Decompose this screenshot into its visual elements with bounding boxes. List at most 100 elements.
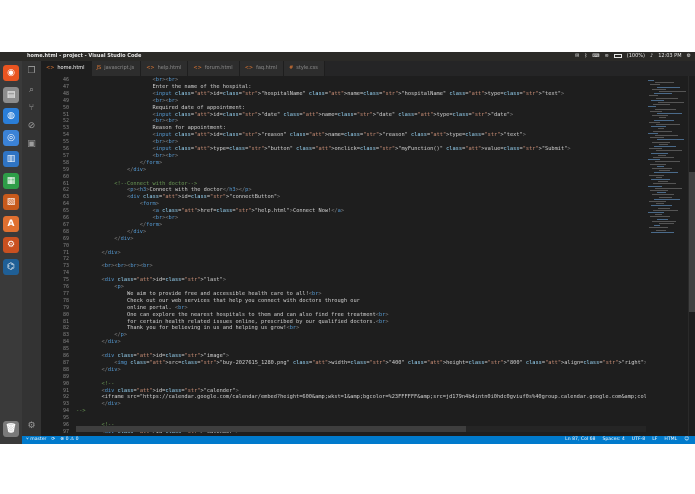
code-line[interactable]: <div class="att">id=class="str">"connect… — [76, 194, 280, 200]
minimap-line — [648, 212, 664, 213]
keyboard-icon[interactable]: ⌨ — [592, 52, 599, 61]
minimap-line — [649, 121, 660, 123]
code-line[interactable]: <p><h3>Connect with the doctor</h3></p> — [76, 187, 252, 193]
code-line[interactable]: <!-- — [76, 381, 115, 387]
code-line[interactable]: <input class="att">id=class="str">"hospi… — [76, 91, 565, 97]
sync-icon[interactable]: ⟳ — [51, 436, 55, 444]
code-line[interactable]: We aim to provide free and accessible he… — [76, 291, 322, 297]
horizontal-scrollbar[interactable] — [76, 426, 646, 432]
code-line[interactable]: </div> — [76, 367, 121, 373]
line-number: 71 — [62, 249, 69, 256]
code-line[interactable]: <br><br><br><br> — [76, 263, 153, 269]
code-line[interactable]: <input class="att">id=class="str">"date"… — [76, 112, 514, 118]
branch-indicator[interactable]: ⑂ master — [26, 436, 46, 444]
tab-style-css[interactable]: # style.css — [284, 61, 325, 76]
bluetooth-icon[interactable]: ᛒ — [584, 52, 587, 61]
code-line[interactable]: online portal. <br> — [76, 305, 188, 311]
clock[interactable]: 12:03 PM — [658, 52, 681, 61]
horizontal-scroll-thumb[interactable] — [76, 426, 466, 432]
minimap[interactable] — [646, 76, 688, 436]
code-line[interactable]: Enter the name of the hospital: — [76, 84, 252, 90]
code-line[interactable]: for certain health related issues online… — [76, 319, 389, 325]
cursor-position[interactable]: Ln 87, Col 68 — [565, 436, 595, 444]
code-line[interactable]: <p> — [76, 284, 124, 290]
battery-icon[interactable] — [613, 52, 622, 61]
code-line[interactable]: <form> — [76, 201, 159, 207]
code-line[interactable]: </p> — [76, 332, 127, 338]
calc-icon[interactable]: ▦ — [3, 172, 19, 189]
end-of-line[interactable]: LF — [652, 436, 657, 444]
software-center-icon[interactable]: A — [3, 215, 19, 232]
line-number: 93 — [62, 401, 69, 408]
minimap-line — [650, 190, 668, 191]
wifi-icon[interactable]: ≋ — [605, 52, 609, 61]
tab-forum-html[interactable]: <> forum.html — [188, 61, 240, 76]
tab-javascript-js[interactable]: JS javascript.js — [91, 61, 142, 76]
code-line[interactable]: <div class="att">id=class="str">"calende… — [76, 388, 239, 394]
language-mode[interactable]: HTML — [664, 436, 677, 444]
code-line[interactable]: <input class="att">id=class="str">"reaso… — [76, 132, 526, 138]
code-editor[interactable]: 46 47 48 49 50 51 52 53 54 55 56 57 58 59 60 61 62 63 64 65… — [41, 76, 695, 436]
code-line[interactable]: </form> — [76, 160, 162, 166]
impress-icon[interactable]: ▧ — [3, 194, 19, 210]
code-line[interactable]: Reason for appointment: — [76, 125, 226, 131]
code-line[interactable]: </div> — [76, 236, 133, 242]
code-line[interactable]: <div class="att">id=class="str">"last"> — [76, 277, 227, 283]
ubuntu-dash-icon[interactable]: ◉ — [3, 65, 19, 81]
code-line[interactable]: </div> — [76, 229, 146, 235]
writer-icon[interactable]: ▥ — [3, 151, 19, 167]
code-line[interactable]: <div class="att">id=class="str">"image"> — [76, 353, 230, 359]
tab-home-html[interactable]: <> home.html — [41, 61, 92, 76]
code-line[interactable]: One can explore the nearest hospitals to… — [76, 312, 389, 318]
mail-icon[interactable]: ✉ — [575, 52, 579, 61]
minimap-line — [654, 225, 660, 227]
code-line[interactable]: </form> — [76, 222, 162, 228]
code-line[interactable]: </div> — [76, 167, 146, 173]
vscode-icon[interactable]: ⌬ — [3, 258, 19, 275]
manage-gear-icon[interactable]: ⚙ — [26, 421, 37, 432]
code-line[interactable]: <input class="att">type=class="str">"but… — [76, 146, 571, 152]
system-tray[interactable]: ✉ ᛒ ⌨ ≋ (100%) ♪ 12:03 PM ⚙ — [575, 52, 691, 61]
code-line[interactable]: --> — [76, 408, 86, 414]
explorer-icon[interactable]: ❐ — [26, 66, 37, 77]
firefox-icon[interactable]: ◍ — [3, 108, 19, 124]
code-line[interactable]: <br><br> — [76, 139, 179, 145]
code-line[interactable]: <!--Connect with doctor--> — [76, 181, 197, 187]
tab-faq-html[interactable]: <> faq.html — [239, 61, 285, 76]
extensions-icon[interactable]: ▣ — [26, 139, 37, 150]
code-line[interactable]: </div> — [76, 401, 121, 407]
power-icon[interactable]: ⚙ — [687, 52, 691, 61]
code-line[interactable]: <br><br> — [76, 153, 179, 159]
code-line[interactable]: <br><br> — [76, 118, 179, 124]
line-number-gutter: 46 47 48 49 50 51 52 53 54 55 56 57 58 59 60 61 62 63 64 65… — [41, 76, 69, 436]
code-line[interactable]: </div> — [76, 250, 121, 256]
code-line[interactable]: <img class="att">src=class="str">"buy-20… — [76, 360, 646, 366]
code-line[interactable]: <br><br> — [76, 77, 179, 83]
code-line[interactable]: Check out our web services that help you… — [76, 298, 360, 304]
volume-icon[interactable]: ♪ — [650, 52, 653, 61]
code-line[interactable]: <a class="att">href=class="str">"help.ht… — [76, 208, 345, 214]
indentation[interactable]: Spaces: 4 — [602, 436, 624, 444]
code-line[interactable]: <br><br> — [76, 98, 179, 104]
code-line[interactable]: Required date of appointment: — [76, 105, 246, 111]
code-line[interactable]: <iframe src="https://calendar.google.com… — [76, 394, 647, 400]
trash-icon[interactable]: 🗑 — [3, 421, 19, 437]
line-number: 72 — [62, 256, 69, 263]
problems-indicator[interactable]: ⊗ 0 ⚠ 0 — [60, 436, 78, 444]
code-line[interactable]: <br><br> — [76, 215, 179, 221]
feedback-icon[interactable]: ☺ — [684, 436, 689, 444]
chrome-icon[interactable]: ◎ — [3, 129, 19, 146]
settings-icon[interactable]: ⚙ — [3, 237, 19, 253]
code-line[interactable]: Thank you for believing in us and helpin… — [76, 325, 299, 331]
vertical-scrollbar[interactable] — [688, 76, 695, 436]
debug-icon[interactable]: ⊘ — [26, 121, 37, 132]
tab-label: style.css — [296, 65, 318, 71]
encoding[interactable]: UTF-8 — [632, 436, 645, 444]
source-control-icon[interactable]: ⑂ — [26, 103, 37, 114]
vertical-scroll-thumb[interactable] — [689, 172, 695, 312]
tab-help-html[interactable]: <> help.html — [141, 61, 189, 76]
code-line[interactable]: </div> — [76, 339, 121, 345]
code-area[interactable]: <br><br> Enter the name of the hospital:… — [76, 76, 646, 436]
files-icon[interactable]: ▤ — [3, 86, 19, 103]
search-icon[interactable]: ⌕ — [26, 85, 37, 96]
